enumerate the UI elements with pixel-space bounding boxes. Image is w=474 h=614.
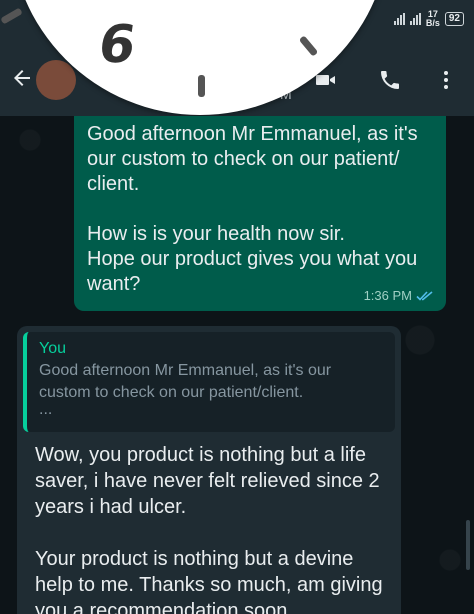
status-indicators: 17 B/s 92 bbox=[393, 10, 464, 28]
battery-level: 92 bbox=[448, 13, 460, 24]
clock-number: 6 bbox=[94, 15, 140, 75]
incoming-message[interactable]: You Good afternoon Mr Emmanuel, as it's … bbox=[17, 326, 401, 614]
battery-icon: 92 bbox=[444, 12, 464, 26]
outgoing-message[interactable]: Good afternoon Mr Emmanuel, as it's our … bbox=[74, 116, 446, 311]
outgoing-message-text: Good afternoon Mr Emmanuel, as it's our … bbox=[87, 123, 418, 295]
network-speed: 17 B/s bbox=[426, 10, 440, 28]
avatar[interactable] bbox=[36, 60, 76, 100]
quote-ellipsis: ... bbox=[39, 401, 53, 418]
quote-text: Good afternoon Mr Emmanuel, as it's our … bbox=[39, 362, 332, 401]
phone-icon[interactable] bbox=[378, 68, 402, 92]
double-check-read-icon bbox=[416, 290, 433, 301]
clock-tick bbox=[298, 35, 319, 57]
signal-2-icon bbox=[409, 13, 421, 25]
incoming-message-text: Wow, you product is nothing but a life s… bbox=[35, 444, 383, 614]
clock-tick bbox=[198, 75, 205, 97]
back-arrow-icon[interactable] bbox=[10, 66, 34, 90]
scrollbar[interactable] bbox=[466, 520, 470, 570]
signal-icon bbox=[393, 13, 405, 25]
message-meta: 1:36 PM bbox=[364, 288, 434, 303]
quoted-reply[interactable]: You Good afternoon Mr Emmanuel, as it's … bbox=[23, 332, 395, 432]
message-time: 1:36 PM bbox=[363, 288, 412, 303]
quote-author: You bbox=[39, 340, 66, 357]
network-speed-unit: B/s bbox=[425, 18, 440, 28]
more-vert-icon[interactable] bbox=[434, 68, 458, 92]
